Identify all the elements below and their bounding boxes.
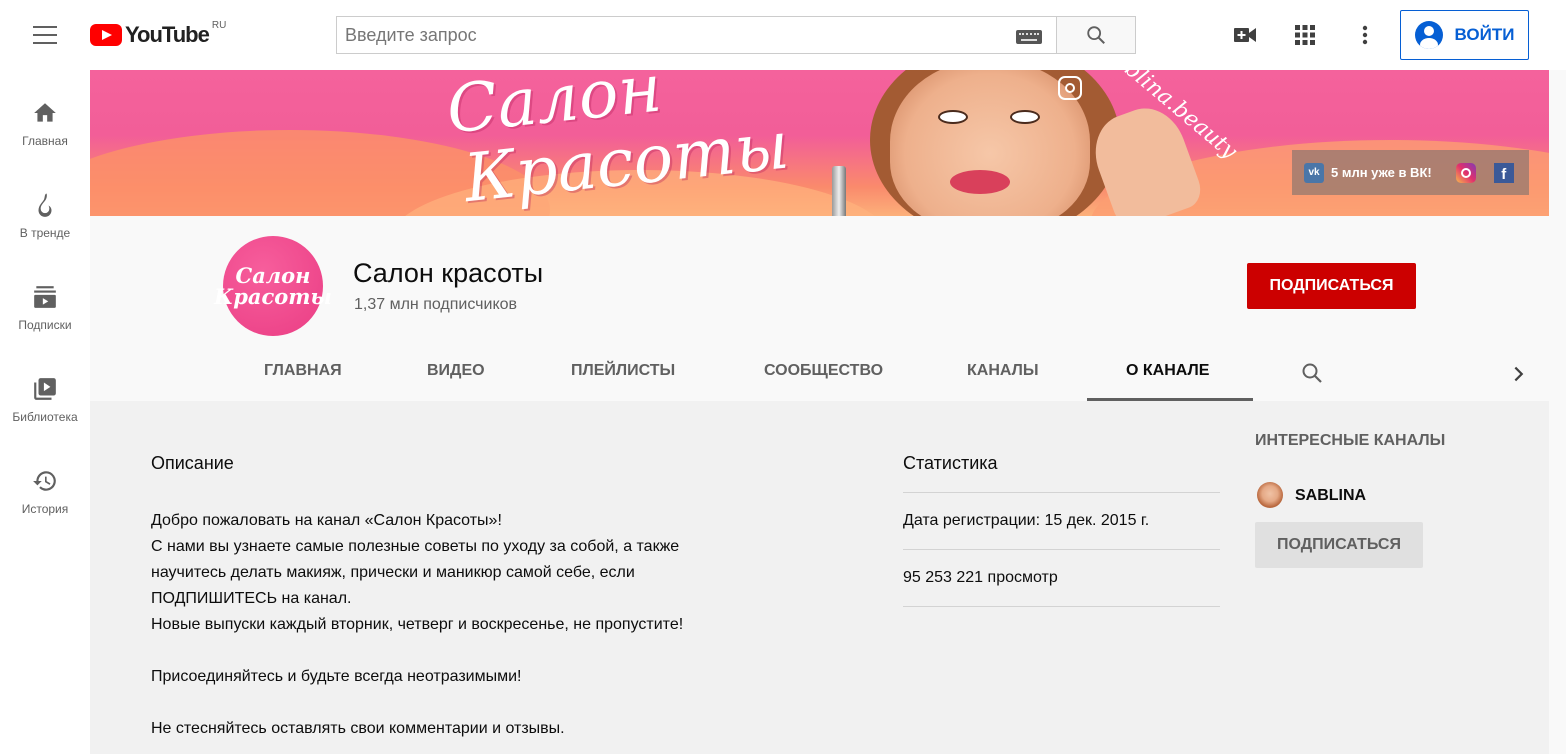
vk-icon[interactable]: vk xyxy=(1304,162,1324,183)
sign-in-button[interactable]: ВОЙТИ xyxy=(1400,10,1529,60)
apps-grid-icon[interactable] xyxy=(1293,23,1317,47)
search-bar xyxy=(336,16,1136,54)
keyboard-icon[interactable] xyxy=(1016,30,1042,44)
featured-channel-avatar[interactable] xyxy=(1257,482,1283,508)
model-lips xyxy=(950,170,1010,194)
tab-playlists[interactable]: ПЛЕЙЛИСТЫ xyxy=(571,362,675,380)
tab-home[interactable]: ГЛАВНАЯ xyxy=(264,362,342,380)
description-line: Новые выпуски каждый вторник, четверг и … xyxy=(151,616,684,633)
sidebar-item-label: Библиотека xyxy=(12,410,78,424)
account-icon xyxy=(1414,21,1443,49)
description-line: С нами вы узнаете самые полезные советы … xyxy=(151,538,680,555)
description-line: Присоединяйтесь и будьте всегда неотрази… xyxy=(151,668,522,685)
subscribe-button[interactable]: ПОДПИСАТЬСЯ xyxy=(1247,263,1416,309)
description-line xyxy=(151,638,851,664)
search-box xyxy=(336,16,1056,54)
channel-tabs: ГЛАВНАЯ ВИДЕО ПЛЕЙЛИСТЫ СООБЩЕСТВО КАНАЛ… xyxy=(90,346,1549,401)
home-icon xyxy=(34,103,56,122)
fire-icon xyxy=(38,193,52,217)
stats-divider xyxy=(903,549,1220,550)
tab-videos[interactable]: ВИДЕО xyxy=(427,362,485,380)
facebook-icon[interactable]: f xyxy=(1493,162,1514,183)
mascara-image xyxy=(832,166,846,216)
chevron-right-icon[interactable] xyxy=(1508,362,1530,391)
menu-icon[interactable] xyxy=(33,26,57,44)
more-vert-icon[interactable] xyxy=(1353,23,1377,47)
featured-channel-name[interactable]: SABLINA xyxy=(1295,487,1366,505)
sidebar-item-label: История xyxy=(21,502,69,516)
channel-name: Салон красоты xyxy=(353,258,544,288)
stats-divider xyxy=(903,492,1220,493)
view-count: 95 253 221 просмотр xyxy=(903,569,1058,586)
play-logo-icon xyxy=(90,24,122,46)
tab-community[interactable]: СООБЩЕСТВО xyxy=(764,362,883,380)
youtube-logo[interactable]: YouTube RU xyxy=(90,20,226,50)
sidebar-item-subscriptions[interactable]: Подписки xyxy=(0,272,90,352)
featured-channels-title: ИНТЕРЕСНЫЕ КАНАЛЫ xyxy=(1255,432,1446,449)
sign-in-label: ВОЙТИ xyxy=(1454,25,1515,44)
instagram-icon[interactable] xyxy=(1455,162,1476,183)
library-icon xyxy=(34,378,56,400)
history-icon xyxy=(33,471,56,491)
search-icon xyxy=(1087,26,1105,44)
sidebar-item-library[interactable]: Библиотека xyxy=(0,364,90,444)
model-eye xyxy=(938,110,968,124)
logo-region: RU xyxy=(211,20,227,31)
subscriber-count: 1,37 млн подписчиков xyxy=(354,296,518,313)
description-line xyxy=(151,690,851,716)
instagram-banner-icon xyxy=(1058,76,1082,100)
description-line: ПОДПИШИТЕСЬ на канал. xyxy=(151,590,352,607)
channel-banner: Салон Красоты sablina.beauty vk 5 млн уж… xyxy=(90,70,1549,216)
masthead: YouTube RU ВОЙТИ xyxy=(0,0,1566,70)
search-button[interactable] xyxy=(1056,16,1136,54)
avatar-text-line1: Салон xyxy=(235,263,311,288)
description-line: Добро пожаловать на канал «Салон Красоты… xyxy=(151,512,502,529)
tab-about[interactable]: О КАНАЛЕ xyxy=(1126,362,1209,380)
description-line: Не стесняйтесь оставлять свои комментари… xyxy=(151,720,565,737)
description-line: научитесь делать макияж, прически и мани… xyxy=(151,564,635,581)
about-section: Описание Добро пожаловать на канал «Сало… xyxy=(90,401,1549,754)
sidebar-item-label: В тренде xyxy=(19,226,71,240)
sidebar: Главная В тренде Подписки Библиотека Ист… xyxy=(0,70,90,754)
banner-links: vk 5 млн уже в ВК! f xyxy=(1292,150,1529,195)
model-eye xyxy=(1010,110,1040,124)
search-input[interactable] xyxy=(337,24,997,46)
stats-divider xyxy=(903,606,1220,607)
channel-header: Салон Красоты Салон красоты 1,37 млн под… xyxy=(90,216,1549,401)
sidebar-item-label: Подписки xyxy=(18,318,72,332)
registration-date: Дата регистрации: 15 дек. 2015 г. xyxy=(903,512,1150,529)
create-video-icon[interactable] xyxy=(1233,23,1257,47)
sidebar-item-history[interactable]: История xyxy=(0,456,90,536)
channel-description: Добро пожаловать на канал «Салон Красоты… xyxy=(151,508,851,742)
avatar-text-line2: Красоты xyxy=(214,284,332,309)
channel-avatar[interactable]: Салон Красоты xyxy=(214,236,332,336)
sidebar-item-home[interactable]: Главная xyxy=(0,88,90,168)
subscriptions-icon xyxy=(34,286,56,308)
vk-link[interactable]: 5 млн уже в ВК! xyxy=(1331,165,1432,180)
stats-title: Статистика xyxy=(903,453,998,473)
sidebar-item-trending[interactable]: В тренде xyxy=(0,180,90,260)
channel-search-icon[interactable] xyxy=(1300,361,1324,390)
logo-text: YouTube xyxy=(125,22,210,47)
featured-channel-subscribe-button[interactable]: ПОДПИСАТЬСЯ xyxy=(1255,522,1423,568)
sidebar-item-label: Главная xyxy=(22,134,68,148)
tab-channels[interactable]: КАНАЛЫ xyxy=(967,362,1039,380)
description-title: Описание xyxy=(151,453,234,473)
